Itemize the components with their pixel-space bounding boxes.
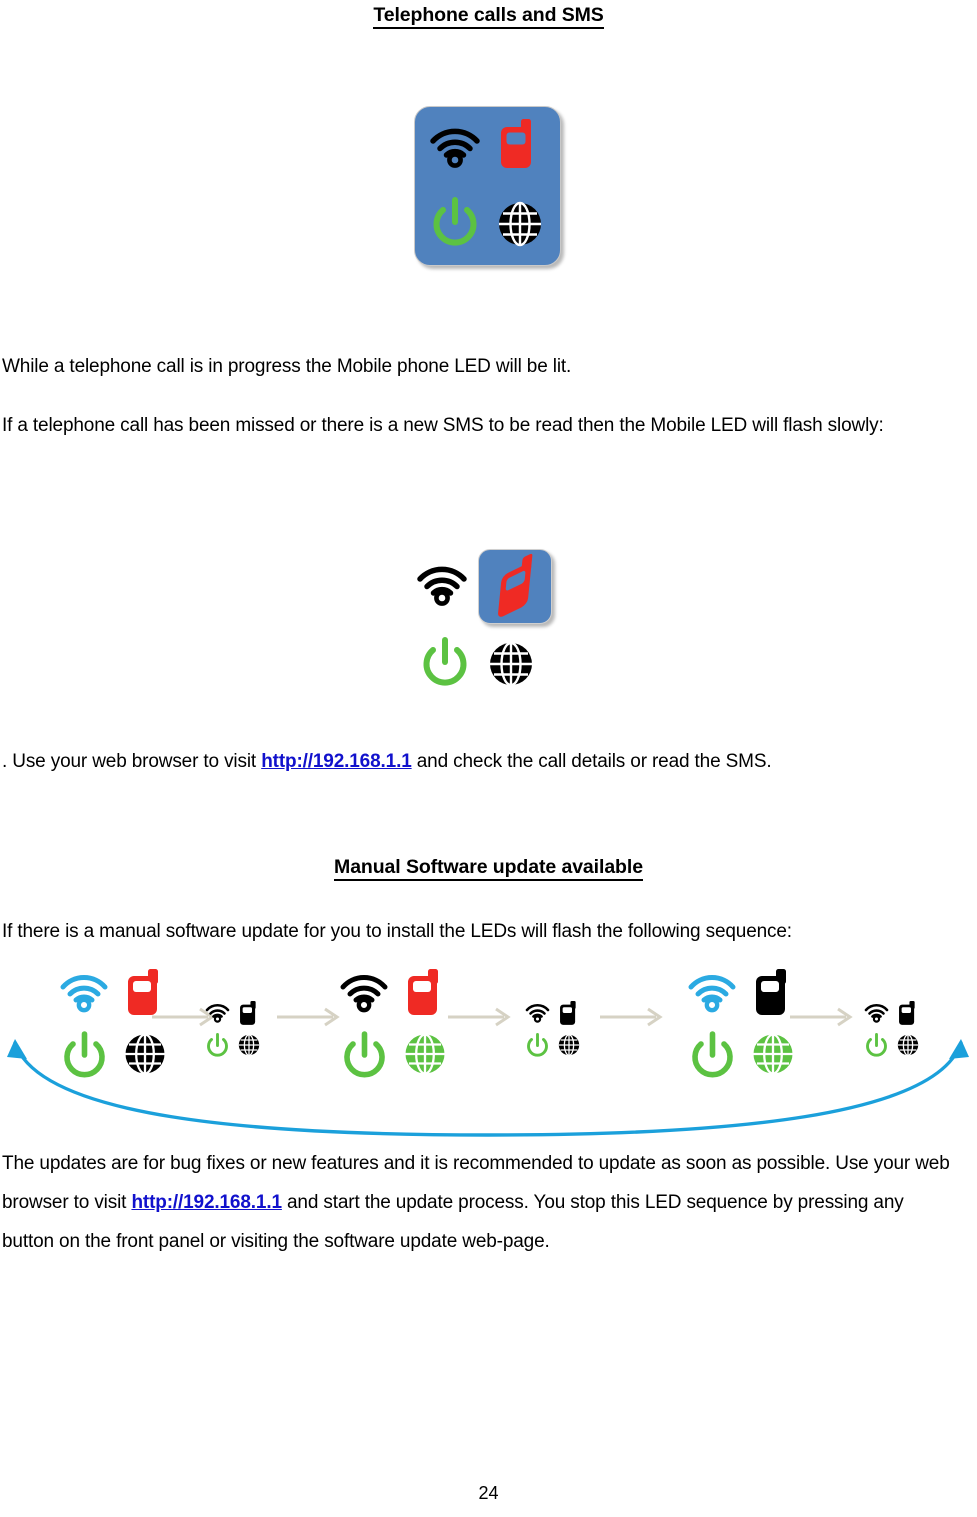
manual-page: Telephone calls and SMS While a telephon… (0, 0, 977, 1517)
mobile-phone-led-icon (408, 969, 438, 1015)
page-title-telephone-text: Telephone calls and SMS (373, 4, 604, 29)
globe-led-icon-figure-two (488, 641, 534, 687)
visit-suffix-text: and check the call details or read the S… (411, 751, 772, 772)
wifi-led-icon (864, 1003, 889, 1023)
mobile-phone-led-icon-flashing (490, 553, 542, 617)
router-url-link-2[interactable]: http://192.168.1.1 (131, 1192, 282, 1213)
led-flash-sequence-diagram (0, 955, 977, 1140)
mobile-phone-led-icon (756, 969, 786, 1015)
wifi-led-icon (60, 975, 108, 1013)
wifi-led-icon-figure-two (416, 559, 468, 606)
paragraph-call-in-progress: While a telephone call is in progress th… (2, 356, 572, 377)
sequence-arrow-3 (448, 1007, 512, 1027)
mobile-phone-led-icon (240, 1001, 256, 1025)
page-title-manual-update-text: Manual Software update available (334, 856, 643, 881)
page-title-manual-update: Manual Software update available (0, 856, 977, 881)
visit-prefix-text: . Use your web browser to visit (2, 751, 262, 772)
sequence-arrow-5 (790, 1007, 854, 1027)
sequence-arrow-4 (600, 1007, 664, 1027)
power-led-icon (430, 197, 480, 249)
paragraph-call-missed: If a telephone call has been missed or t… (2, 415, 884, 436)
device-front-panel-figure-one (414, 106, 561, 266)
sequence-loop-arrow (0, 1035, 977, 1140)
mobile-phone-led-icon (560, 1001, 576, 1025)
wifi-led-icon (340, 975, 388, 1013)
sequence-arrow-2 (277, 1007, 341, 1027)
paragraph-updates-info: The updates are for bug fixes or new fea… (2, 1144, 954, 1261)
paragraph-visit-router: . Use your web browser to visit http://1… (2, 742, 952, 781)
paragraph-sequence-intro: If there is a manual software update for… (2, 921, 792, 942)
router-url-link-1[interactable]: http://192.168.1.1 (261, 751, 412, 772)
wifi-led-icon (429, 121, 481, 168)
device-front-panel-figure-two (410, 545, 590, 705)
globe-led-icon (497, 201, 543, 247)
wifi-led-icon (205, 1003, 230, 1023)
page-title-telephone: Telephone calls and SMS (0, 4, 977, 29)
page-number: 24 (478, 1483, 499, 1503)
mobile-phone-led-icon (499, 119, 535, 169)
wifi-led-icon (688, 975, 736, 1013)
mobile-phone-led-icon (899, 1001, 915, 1025)
power-led-icon-figure-two (420, 637, 470, 689)
wifi-led-icon (525, 1003, 550, 1023)
